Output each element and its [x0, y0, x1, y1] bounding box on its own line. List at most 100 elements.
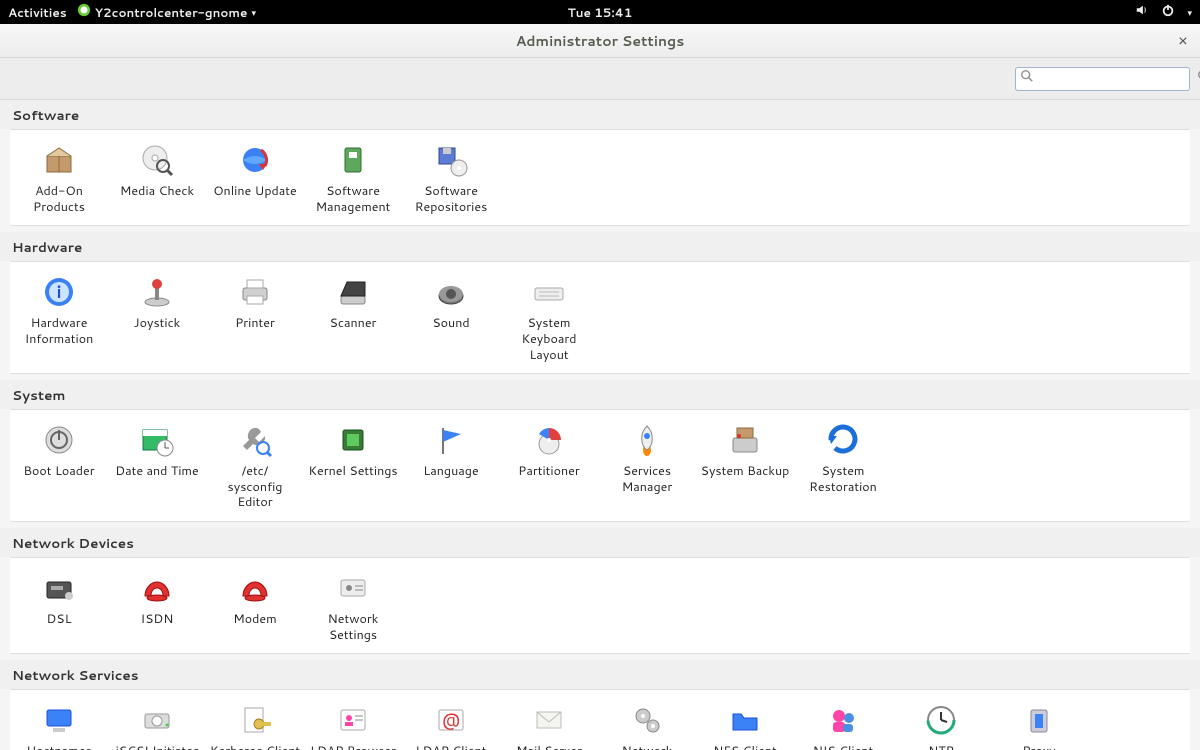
window-titlebar: Administrator Settings × [0, 24, 1200, 58]
launcher-ntp-configuration[interactable]: NTP Configuration [892, 696, 990, 750]
joystick-icon [137, 272, 177, 312]
search-input[interactable] [1034, 72, 1197, 86]
section-body: Boot Loader Date and Time/etc/ sysconfig … [10, 409, 1190, 522]
settings-scroll-area[interactable]: SoftwareAdd-On ProductsMedia CheckOnline… [0, 100, 1200, 750]
launcher-isdn[interactable]: ISDN [108, 564, 206, 647]
disc-floppy-icon [431, 140, 471, 180]
launcher-system-keyboard-layout[interactable]: System Keyboard Layout [500, 268, 598, 367]
flag-icon [431, 420, 471, 460]
launcher-label: Media Check [120, 184, 194, 200]
toolbar [0, 58, 1200, 100]
launcher-label: Network Services (xinetd) [600, 744, 694, 750]
package-green-icon [333, 140, 373, 180]
section-body: Add-On Products Media Check Online Update S… [10, 129, 1190, 226]
launcher-kerberos-client[interactable]: Kerberos Client [206, 696, 304, 750]
printer-icon [235, 272, 275, 312]
keyboard-icon [529, 272, 569, 312]
launcher-label: Online Update [213, 184, 297, 200]
folder-blue-icon [725, 700, 765, 740]
section-header-system: System [0, 380, 1200, 409]
launcher-add-on-products[interactable]: Add-On Products [10, 136, 108, 219]
launcher-system-backup[interactable]: System Backup [696, 416, 794, 515]
yast-logo-icon [77, 3, 91, 21]
launcher-hardware-information[interactable]: Hardware Information [10, 268, 108, 367]
volume-icon[interactable] [1135, 3, 1149, 21]
launcher-joystick[interactable]: Joystick [108, 268, 206, 367]
launcher-network-settings[interactable]: Network Settings [304, 564, 402, 647]
launcher-label: System Restoration [796, 464, 890, 495]
envelope-icon [529, 700, 569, 740]
launcher-label: System Keyboard Layout [502, 316, 596, 363]
launcher-modem[interactable]: Modem [206, 564, 304, 647]
launcher-system-restoration[interactable]: System Restoration [794, 416, 892, 515]
chip-green-icon [333, 420, 373, 460]
launcher-software-management[interactable]: Software Management [304, 136, 402, 219]
app-menu[interactable]: Y2controlcenter-gnome ▾ [77, 3, 256, 21]
launcher-ldap-browser[interactable]: LDAP Browser [304, 696, 402, 750]
launcher-partitioner[interactable]: Partitioner [500, 416, 598, 515]
search-icon [1020, 69, 1034, 88]
launcher-label: Proxy [1022, 744, 1055, 750]
refresh-icon [823, 420, 863, 460]
drive-icon [137, 700, 177, 740]
section-header-network-services: Network Services [0, 660, 1200, 689]
piechart-disk-icon [529, 420, 569, 460]
section-header-network-devices: Network Devices [0, 528, 1200, 557]
launcher-online-update[interactable]: Online Update [206, 136, 304, 219]
app-menu-label: Y2controlcenter-gnome [95, 4, 248, 21]
rocket-icon [627, 420, 667, 460]
launcher-label: Joystick [134, 316, 180, 332]
card-person-icon [333, 700, 373, 740]
launcher-label: LDAP Browser [310, 744, 396, 750]
section-body: Hardware Information Joystick Printer Scann… [10, 261, 1190, 374]
power-icon [39, 420, 79, 460]
launcher-scanner[interactable]: Scanner [304, 268, 402, 367]
clock[interactable]: Tue 15:41 [568, 4, 633, 21]
launcher-nis-client[interactable]: NIS Client [794, 696, 892, 750]
launcher-iscsi-initiator[interactable]: iSCSI Initiator [108, 696, 206, 750]
launcher-label: Kerberos Client [210, 744, 300, 750]
launcher-ldap-client[interactable]: LDAP Client [402, 696, 500, 750]
card-at-icon [431, 700, 471, 740]
gnome-top-panel: Activities Y2controlcenter-gnome ▾ Tue 1… [0, 0, 1200, 24]
launcher-label: ISDN [141, 612, 174, 628]
launcher-label: Scanner [330, 316, 377, 332]
chevron-down-icon[interactable]: ▾ [1187, 6, 1192, 19]
launcher-dsl[interactable]: DSL [10, 564, 108, 647]
scanner-icon [333, 272, 373, 312]
launcher-label: NIS Client [813, 744, 873, 750]
launcher-label: Services Manager [600, 464, 694, 495]
launcher-label: Printer [235, 316, 275, 332]
launcher-date-and-time[interactable]: Date and Time [108, 416, 206, 515]
people-icon [823, 700, 863, 740]
launcher-sysconfig-editor[interactable]: /etc/ sysconfig Editor [206, 416, 304, 515]
launcher-label: Software Repositories [404, 184, 498, 215]
launcher-label: Software Management [306, 184, 400, 215]
launcher-label: Hardware Information [12, 316, 106, 347]
power-icon[interactable] [1161, 3, 1175, 21]
launcher-software-repositories[interactable]: Software Repositories [402, 136, 500, 219]
launcher-label: Kernel Settings [308, 464, 397, 480]
launcher-hostnames[interactable]: Hostnames [10, 696, 108, 750]
close-button[interactable]: × [1178, 29, 1188, 52]
key-doc-icon [235, 700, 275, 740]
launcher-kernel-settings[interactable]: Kernel Settings [304, 416, 402, 515]
launcher-media-check[interactable]: Media Check [108, 136, 206, 219]
launcher-services-manager[interactable]: Services Manager [598, 416, 696, 515]
search-box[interactable] [1015, 67, 1190, 91]
launcher-label: System Backup [701, 464, 790, 480]
activities-button[interactable]: Activities [8, 4, 67, 21]
launcher-label: Hostnames [26, 744, 91, 750]
launcher-boot-loader[interactable]: Boot Loader [10, 416, 108, 515]
launcher-label: Partitioner [518, 464, 580, 480]
launcher-network-services-xinetd[interactable]: Network Services (xinetd) [598, 696, 696, 750]
globe-refresh-icon [235, 140, 275, 180]
launcher-printer[interactable]: Printer [206, 268, 304, 367]
launcher-mail-server[interactable]: Mail Server [500, 696, 598, 750]
launcher-sound[interactable]: Sound [402, 268, 500, 367]
launcher-language[interactable]: Language [402, 416, 500, 515]
launcher-nfs-client[interactable]: NFS Client [696, 696, 794, 750]
drive-box-icon [725, 420, 765, 460]
launcher-proxy[interactable]: Proxy [990, 696, 1088, 750]
launcher-label: Boot Loader [23, 464, 94, 480]
